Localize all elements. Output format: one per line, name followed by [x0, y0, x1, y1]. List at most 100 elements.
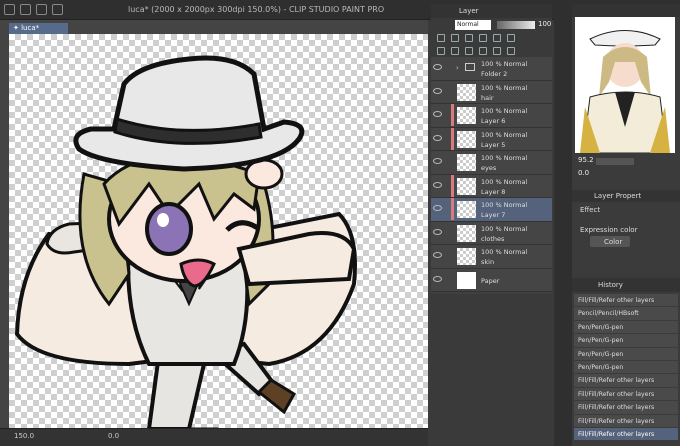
history-item[interactable]: Fill/Fill/Refer other layers [574, 401, 678, 415]
zoom-value[interactable]: 150.0 [14, 432, 34, 440]
opacity-value[interactable]: 100 [538, 20, 551, 28]
visibility-eye-icon[interactable] [433, 64, 442, 70]
visibility-eye-icon[interactable] [433, 158, 442, 164]
history-item[interactable]: Fill/Fill/Refer other layers [574, 294, 678, 308]
layer-name: skin [481, 258, 495, 266]
layer-panel-title[interactable]: Layer [459, 7, 479, 15]
draft-icon[interactable] [479, 34, 487, 42]
layer-row[interactable]: Paper [431, 268, 552, 292]
layer-name: Layer 7 [481, 211, 506, 219]
visibility-eye-icon[interactable] [433, 275, 442, 282]
layer-name: hair [481, 93, 494, 102]
visibility-eye-icon[interactable] [433, 111, 442, 117]
layer-row[interactable]: 100 % Normal eyes [431, 151, 552, 175]
trash-icon[interactable] [507, 47, 515, 55]
clipping-marker [451, 198, 454, 220]
layer-thumbnail [457, 201, 476, 218]
layer-property-title[interactable]: Layer Propert [594, 192, 641, 200]
canvas-tab[interactable]: ✦ luca* [9, 23, 68, 34]
navigator-zoom-value[interactable]: 95.2 [578, 156, 594, 164]
layer-mode: 100 % Normal [481, 248, 528, 256]
new-vector-icon[interactable] [451, 47, 459, 55]
layer-row[interactable]: 100 % Normal Layer 7 [431, 198, 552, 222]
new-file-icon[interactable] [20, 4, 31, 15]
layer-panel: Layer Normal 100 › 100 % Normal Folder 2 10… [431, 4, 552, 294]
layer-mode: 100 % Normal [481, 107, 528, 115]
history-item[interactable]: Fill/Fill/Refer other layers [574, 387, 678, 402]
visibility-eye-icon[interactable] [433, 134, 442, 141]
visibility-eye-icon[interactable] [433, 87, 442, 94]
clip-icon[interactable] [451, 34, 459, 42]
navigator-zoom-slider[interactable] [596, 158, 634, 165]
layer-name: Folder 2 [481, 70, 508, 78]
layer-icon-row-1 [431, 32, 552, 45]
navigator-rotation-value[interactable]: 0.0 [578, 169, 589, 177]
new-layer-icon[interactable] [437, 47, 445, 55]
layer-row[interactable]: 100 % Normal Layer 8 [431, 174, 552, 198]
layer-mode: 100 % Normal [481, 154, 528, 162]
panel-icon-strip [554, 0, 572, 446]
layer-thumbnail [457, 177, 476, 195]
history-item[interactable]: Fill/Fill/Refer other layers [574, 414, 678, 428]
new-folder-icon[interactable] [465, 47, 473, 55]
lock-icon[interactable] [437, 34, 445, 42]
expression-color-select[interactable]: Color [590, 236, 630, 247]
history-item[interactable]: Pen/Pen/G-pen [574, 360, 678, 375]
canvas-panel: ✦ luca* [0, 20, 428, 446]
history-header: History [572, 278, 680, 292]
history-title[interactable]: History [598, 281, 623, 289]
layer-row[interactable]: 100 % Normal Layer 5 [431, 127, 552, 151]
history-item[interactable]: Fill/Fill/Refer other layers [574, 427, 678, 442]
blend-mode-select[interactable]: Normal [455, 20, 491, 30]
history-list: Fill/Fill/Refer other layers Pencil/Penci… [574, 294, 678, 442]
open-file-icon[interactable] [36, 4, 47, 15]
status-bar: 150.0 0.0 [0, 428, 428, 446]
layer-name: eyes [481, 164, 497, 172]
clipping-marker [451, 104, 454, 126]
layer-thumbnail [457, 248, 476, 265]
chibi-artwork [14, 55, 357, 446]
opacity-slider[interactable] [497, 21, 535, 29]
navigator-panel: 95.2 0.0 [572, 4, 680, 190]
navigator-thumbnail [575, 17, 675, 153]
layer-mode: 100 % Normal [481, 130, 528, 139]
layer-thumbnail [457, 154, 476, 171]
save-icon[interactable] [52, 4, 63, 15]
layer-mode: 100 % Normal [481, 201, 528, 209]
visibility-eye-icon[interactable] [433, 181, 442, 188]
menu-icon[interactable] [4, 4, 15, 15]
layer-mode: 100 % Normal [481, 224, 528, 233]
reference-icon[interactable] [465, 34, 473, 42]
expand-arrow-icon[interactable]: › [456, 64, 459, 72]
layer-name: Layer 8 [481, 187, 506, 196]
layer-row[interactable]: 100 % Normal Layer 6 [431, 104, 552, 128]
visibility-eye-icon[interactable] [433, 252, 442, 258]
history-item[interactable]: Pencil/Pencil/HBsoft [574, 307, 678, 321]
mask-icon[interactable] [493, 34, 501, 42]
layer-panel-header: Layer [431, 4, 552, 18]
history-item[interactable]: Pen/Pen/G-pen [574, 334, 678, 348]
clipping-marker [451, 127, 454, 150]
navigator-header [572, 4, 680, 17]
visibility-eye-icon[interactable] [433, 205, 442, 211]
merge-icon[interactable] [493, 47, 501, 55]
drawing-canvas[interactable] [9, 34, 428, 446]
layer-thumbnail [457, 130, 476, 148]
ruler-icon[interactable] [507, 34, 515, 42]
rotation-value[interactable]: 0.0 [108, 432, 119, 440]
layer-row[interactable]: 100 % Normal clothes [431, 221, 552, 245]
visibility-eye-icon[interactable] [433, 228, 442, 235]
layer-thumbnail [457, 224, 476, 242]
layer-row[interactable]: 100 % Normal hair [431, 80, 552, 104]
layer-name: Paper [481, 276, 500, 285]
history-item[interactable]: Pen/Pen/G-pen [574, 320, 678, 335]
history-item[interactable]: Pen/Pen/G-pen [574, 347, 678, 361]
layer-list: › 100 % Normal Folder 2 100 % Normal hair 100… [431, 57, 552, 292]
layer-row[interactable]: 100 % Normal skin [431, 245, 552, 269]
transfer-icon[interactable] [479, 47, 487, 55]
layer-tools: Normal 100 [431, 18, 552, 32]
history-panel: History Fill/Fill/Refer other layers Penc… [572, 278, 680, 446]
history-item[interactable]: Fill/Fill/Refer other layers [574, 374, 678, 388]
navigator-preview[interactable] [575, 17, 675, 153]
layer-row[interactable]: › 100 % Normal Folder 2 [431, 57, 552, 81]
